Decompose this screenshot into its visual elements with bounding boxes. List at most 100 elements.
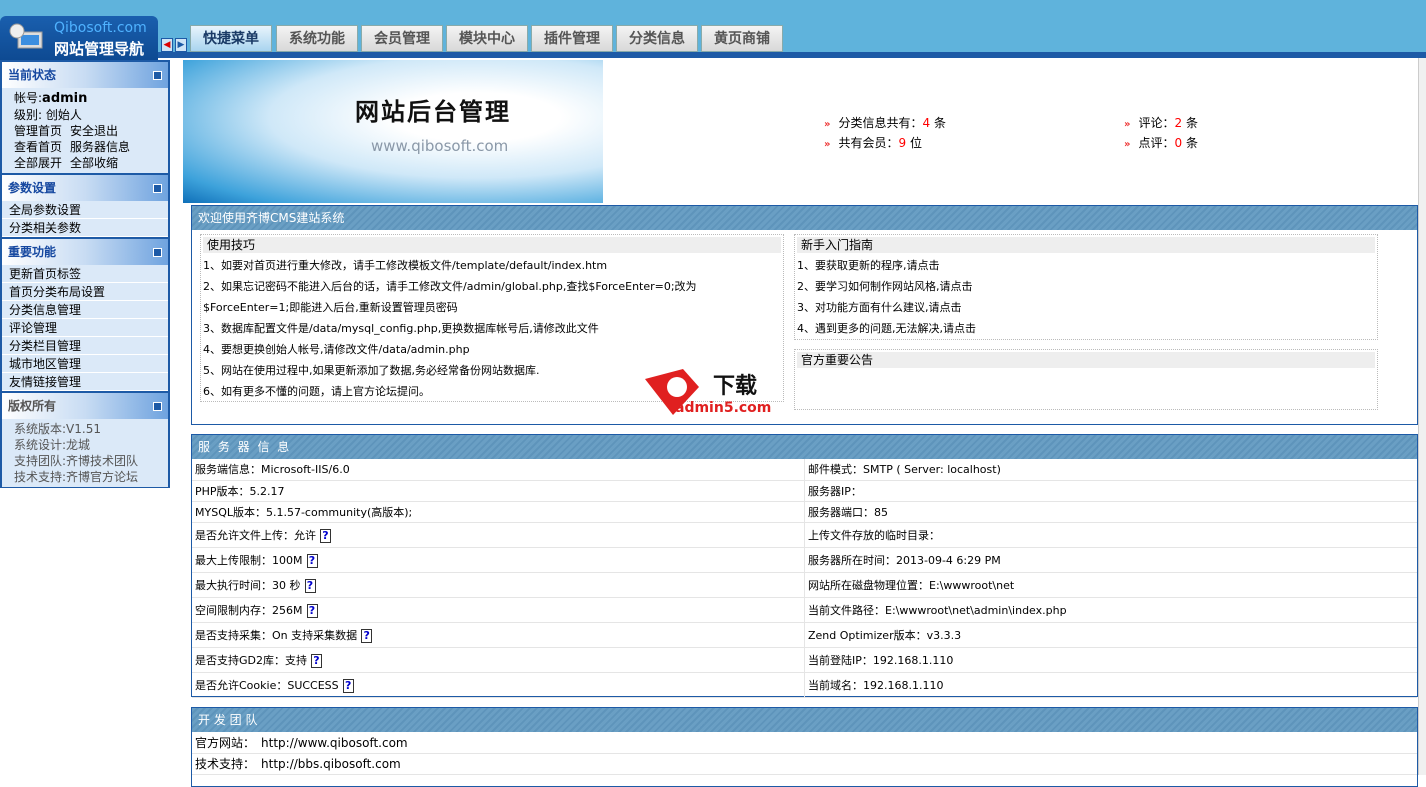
- table-cell: 当前登陆IP：192.168.1.110: [804, 647, 1417, 673]
- team-panel: 开 发 团 队 官方网站： http://www.qibosoft.com 技术支持…: [191, 707, 1418, 787]
- sidebar-item[interactable]: 城市地区管理: [2, 355, 168, 373]
- table-cell: 是否支持GD2库：支持?: [192, 647, 805, 673]
- stat-value: 2: [1174, 116, 1183, 130]
- sidebar-item[interactable]: 首页分类布局设置: [2, 283, 168, 301]
- stat-item: » 共有会员：9 位: [824, 134, 922, 151]
- sidebar-item[interactable]: 友情链接管理: [2, 373, 168, 391]
- collapse-icon[interactable]: [153, 248, 162, 257]
- cell-text: 最大上传限制：100M: [195, 553, 303, 567]
- tip-line: 2、如果忘记密码不能进入后台的话，请手工修改文件/admin/global.ph…: [203, 280, 697, 293]
- table-cell: 服务端信息：Microsoft-IIS/6.0: [192, 459, 805, 481]
- copyright-line: 技术支持:齐博官方论坛: [14, 470, 139, 484]
- tab-6[interactable]: 黄页商铺: [701, 25, 783, 52]
- sidebar-item[interactable]: 更新首页标签: [2, 265, 168, 283]
- cell-text: 服务器端口：85: [808, 505, 888, 519]
- welcome-panel: 欢迎使用齐博CMS建站系统 使用技巧 1、如要对首页进行重大修改，请手工修改模板…: [191, 205, 1418, 425]
- stat-unit: 位: [906, 136, 922, 150]
- section-status-header[interactable]: 当前状态: [2, 62, 168, 88]
- help-icon[interactable]: ?: [320, 528, 331, 543]
- copyright-line: 支持团队:齐博技术团队: [14, 454, 139, 468]
- sidebar-link[interactable]: 服务器信息: [70, 140, 130, 154]
- help-icon[interactable]: ?: [361, 628, 373, 643]
- section-important-header[interactable]: 重要功能: [2, 239, 168, 265]
- scroll-left-icon[interactable]: ◀: [161, 38, 173, 52]
- double-arrow-icon: »: [1124, 139, 1131, 150]
- scroll-right-icon[interactable]: ▶: [175, 38, 187, 52]
- account-label: 帐号:: [14, 91, 43, 105]
- cell-text: 当前登陆IP：192.168.1.110: [808, 653, 954, 667]
- cell-text: MYSQL版本：5.1.57-community(高版本);: [195, 505, 413, 519]
- sidebar-item[interactable]: 评论管理: [2, 319, 168, 337]
- section-params-header[interactable]: 参数设置: [2, 175, 168, 201]
- notice-box: 官方重要公告: [794, 349, 1378, 410]
- tab-1[interactable]: 系统功能: [276, 25, 358, 52]
- help-icon[interactable]: ?: [306, 603, 318, 618]
- cell-text: 服务端信息：Microsoft-IIS/6.0: [195, 463, 350, 477]
- tip-line: 3、数据库配置文件是/data/mysql_config.php,更换数据库帐号…: [203, 322, 599, 335]
- sidebar-link[interactable]: 安全退出: [70, 124, 118, 138]
- sidebar-item[interactable]: 分类信息管理: [2, 301, 168, 319]
- banner-title: 网站后台管理: [355, 97, 511, 126]
- stat-item: » 点评：0 条: [1124, 134, 1198, 151]
- help-icon[interactable]: ?: [306, 553, 318, 568]
- table-row: 是否允许Cookie：SUCCESS? 当前域名：192.168.1.110: [192, 672, 1417, 698]
- table-cell: 最大上传限制：100M?: [192, 547, 805, 573]
- tab-2[interactable]: 会员管理: [361, 25, 443, 52]
- team-link[interactable]: http://bbs.qibosoft.com: [261, 757, 401, 771]
- sidebar-link[interactable]: 全部展开: [14, 156, 62, 170]
- guide-line[interactable]: 1、要获取更新的程序,请点击: [795, 255, 1377, 276]
- collapse-icon[interactable]: [153, 71, 162, 80]
- table-cell: 服务器所在时间：2013-09-4 6:29 PM: [804, 547, 1417, 573]
- cell-text: Zend Optimizer版本：v3.3.3: [808, 628, 962, 642]
- guide-line[interactable]: 4、遇到更多的问题,无法解决,请点击: [795, 318, 1377, 339]
- computer-icon: [9, 23, 43, 49]
- svg-text:下载: 下载: [713, 373, 757, 399]
- table-cell: 最大执行时间：30 秒?: [192, 572, 805, 598]
- tab-0[interactable]: 快捷菜单: [190, 25, 272, 52]
- table-row: 最大上传限制：100M? 服务器所在时间：2013-09-4 6:29 PM: [192, 547, 1417, 573]
- table-row: PHP版本：5.2.17 服务器IP：: [192, 480, 1417, 502]
- table-cell: 空间限制内存：256M?: [192, 597, 805, 623]
- sidebar-link[interactable]: 查看首页: [14, 140, 62, 154]
- collapse-icon[interactable]: [153, 184, 162, 193]
- collapse-icon[interactable]: [153, 402, 162, 411]
- table-cell: 技术支持： http://bbs.qibosoft.com: [192, 753, 1417, 775]
- tip-line: $ForceEnter=1;即能进入后台,重新设置管理员密码: [203, 301, 458, 314]
- team-table: 官方网站： http://www.qibosoft.com 技术支持： http://…: [192, 732, 1417, 775]
- cell-text: 服务器所在时间：2013-09-4 6:29 PM: [808, 553, 1001, 567]
- guide-line[interactable]: 2、要学习如何制作网站风格,请点击: [795, 276, 1377, 297]
- level: 级别: 创始人: [14, 108, 82, 122]
- cell-text: 最大执行时间：30 秒: [195, 578, 301, 592]
- stat-unit: 条: [1182, 136, 1198, 150]
- team-link[interactable]: http://www.qibosoft.com: [261, 736, 408, 750]
- sidebar-item[interactable]: 分类栏目管理: [2, 337, 168, 355]
- svg-text:admin5.com: admin5.com: [675, 400, 771, 416]
- table-cell: 上传文件存放的临时目录：: [804, 522, 1417, 548]
- table-cell: 服务器端口：85: [804, 501, 1417, 523]
- tab-5[interactable]: 分类信息: [616, 25, 698, 52]
- tab-3[interactable]: 模块中心: [446, 25, 528, 52]
- help-icon[interactable]: ?: [311, 653, 322, 668]
- double-arrow-icon: »: [824, 139, 831, 150]
- table-cell: 官方网站： http://www.qibosoft.com: [192, 732, 1417, 754]
- server-panel: 服 务 器 信 息 服务端信息：Microsoft-IIS/6.0 邮件模式：SM…: [191, 434, 1418, 698]
- guide-box: 新手入门指南 1、要获取更新的程序,请点击 2、要学习如何制作网站风格,请点击 3、…: [794, 234, 1378, 340]
- section-copyright-header[interactable]: 版权所有: [2, 393, 168, 419]
- sidebar-link[interactable]: 管理首页: [14, 124, 62, 138]
- guide-line[interactable]: 3、对功能方面有什么建议,请点击: [795, 297, 1377, 318]
- tab-4[interactable]: 插件管理: [531, 25, 613, 52]
- help-icon[interactable]: ?: [342, 678, 354, 693]
- sidebar-link[interactable]: 全部收缩: [70, 156, 118, 170]
- cell-text: 上传文件存放的临时目录：: [808, 528, 940, 542]
- sidebar-item[interactable]: 全局参数设置: [2, 201, 168, 219]
- team-label: 官方网站：: [195, 735, 256, 750]
- logo-cn: 网站管理导航: [54, 40, 145, 58]
- cell-text: 空间限制内存：256M: [195, 603, 303, 617]
- vertical-scrollbar[interactable]: [1418, 58, 1426, 775]
- sidebar-item[interactable]: 分类相关参数: [2, 219, 168, 237]
- stat-unit: 条: [930, 116, 946, 130]
- help-icon[interactable]: ?: [304, 578, 316, 593]
- status-link-row: 管理首页 安全退出: [14, 123, 162, 139]
- stat-item: » 评论：2 条: [1124, 114, 1198, 131]
- table-cell: 邮件模式：SMTP ( Server: localhost): [804, 459, 1417, 481]
